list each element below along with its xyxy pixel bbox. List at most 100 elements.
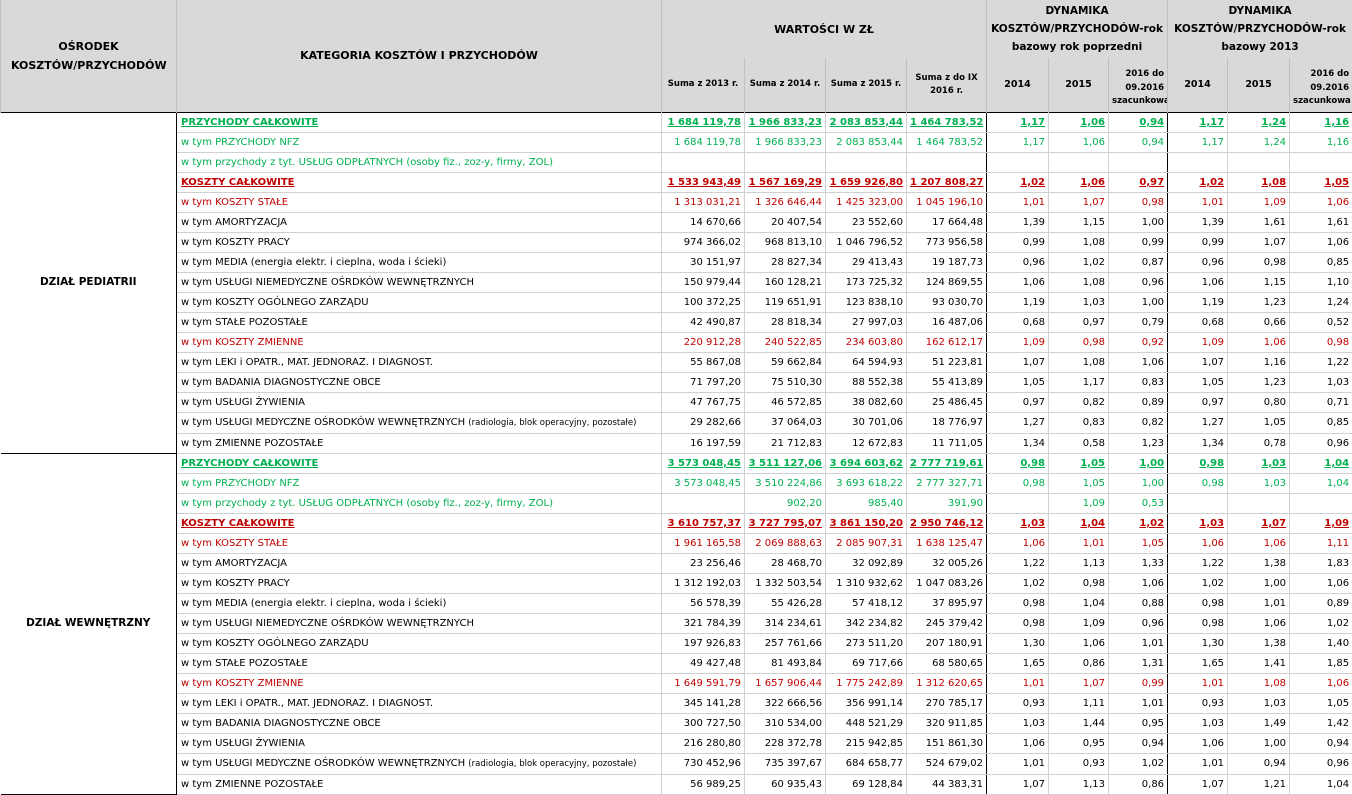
table-row: w tym USŁUGI NIEMEDYCZNE OŚRDKÓW WEWNĘTR… [1,613,1352,633]
dynamics-cell: 0,99 [987,232,1049,252]
dynamics-cell: 1,05 [1109,533,1168,553]
dynamics-cell: 0,98 [1109,192,1168,212]
category-label: w tym KOSZTY PRACY [181,578,290,589]
dynamics-cell: 1,06 [1290,192,1352,212]
dynamics-cell: 0,96 [1290,753,1352,774]
category-label: w tym STAŁE POZOSTAŁE [181,317,308,328]
dynamics-cell: 1,38 [1228,633,1290,653]
table-row: w tym ZMIENNE POZOSTAŁE56 989,2560 935,4… [1,774,1352,794]
dynamics-cell: 1,65 [1168,653,1228,673]
dynamics-cell: 0,98 [1168,473,1228,493]
header-sum-col: Suma z 2013 r. [662,58,745,112]
dynamics-cell: 0,94 [1109,112,1168,132]
value-cell: 68 580,65 [907,653,987,673]
table-row: w tym KOSZTY PRACY1 312 192,031 332 503,… [1,573,1352,593]
table-row: w tym BADANIA DIAGNOSTYCZNE OBCE 71 797,2… [1,372,1352,392]
table-row: w tym przychody z tyt. USŁUG ODPŁATNYCH … [1,152,1352,172]
table-header: OŚRODEK KOSZTÓW/PRZYCHODÓW KATEGORIA KOS… [1,0,1352,112]
dynamics-cell: 0,98 [987,453,1049,473]
dynamics-cell: 1,02 [987,172,1049,192]
value-cell: 60 935,43 [745,774,826,794]
dynamics-cell: 1,23 [1228,292,1290,312]
dynamics-cell: 0,97 [1049,312,1109,332]
dynamics-cell: 0,79 [1109,312,1168,332]
category-cell: w tym KOSZTY OGÓLNEGO ZARZĄDU [177,292,662,312]
category-cell: w tym USŁUGI ŻYWIENIA [177,392,662,412]
dynamics-cell: 1,42 [1290,713,1352,733]
value-cell: 2 777 327,71 [907,473,987,493]
dynamics-cell: 1,24 [1290,292,1352,312]
dynamics-cell: 1,38 [1228,553,1290,573]
dynamics-cell: 1,19 [987,292,1049,312]
category-label: w tym KOSZTY PRACY [181,237,290,248]
dynamics-cell: 1,16 [1290,132,1352,152]
dynamics-cell: 0,95 [1049,733,1109,753]
category-label: w tym AMORTYZACJA [181,217,287,228]
dynamics-cell: 1,03 [1228,693,1290,713]
value-cell: 162 612,17 [907,332,987,352]
value-cell: 1 045 196,10 [907,192,987,212]
dynamics-cell: 0,85 [1290,252,1352,272]
value-cell: 3 573 048,45 [662,453,745,473]
header-year-col: 2014 [987,58,1049,112]
table-row: w tym KOSZTY PRACY974 366,02968 813,101 … [1,232,1352,252]
dynamics-cell: 0,53 [1109,493,1168,513]
category-label: w tym BADANIA DIAGNOSTYCZNE OBCE [181,377,381,388]
dynamics-cell: 0,98 [1168,593,1228,613]
value-cell: 59 662,84 [745,352,826,372]
value-cell: 220 912,28 [662,332,745,352]
category-cell: w tym STAŁE POZOSTAŁE [177,653,662,673]
category-cell: PRZYCHODY CAŁKOWITE [177,112,662,132]
category-label: w tym USŁUGI ŻYWIENIA [181,738,305,749]
dynamics-cell: 1,00 [1228,733,1290,753]
value-cell: 55 413,89 [907,372,987,392]
category-label: w tym LEKI i OPATR., MAT. JEDNORAZ. I DI… [181,698,433,709]
dynamics-cell: 1,07 [1168,352,1228,372]
dynamics-cell: 0,66 [1228,312,1290,332]
value-cell: 3 861 150,20 [826,513,907,533]
dynamics-cell: 0,97 [987,392,1049,412]
category-note: (radiologia, blok operacyjny, pozostałe) [468,418,636,428]
dynamics-cell: 1,00 [1109,453,1168,473]
category-label: w tym STAŁE POZOSTAŁE [181,658,308,669]
value-cell: 1 657 906,44 [745,673,826,693]
dynamics-cell: 1,01 [1228,593,1290,613]
dynamics-cell: 0,86 [1109,774,1168,794]
value-cell: 228 372,78 [745,733,826,753]
value-cell: 1 464 783,52 [907,112,987,132]
category-cell: w tym KOSZTY OGÓLNEGO ZARZĄDU [177,633,662,653]
dynamics-cell: 1,16 [1290,112,1352,132]
value-cell: 968 813,10 [745,232,826,252]
dynamics-cell: 1,06 [987,733,1049,753]
value-cell: 23 552,60 [826,212,907,232]
table-row: w tym przychody z tyt. USŁUG ODPŁATNYCH … [1,493,1352,513]
dynamics-cell: 1,61 [1290,212,1352,232]
dynamics-cell: 1,04 [1049,513,1109,533]
dynamics-cell: 1,39 [1168,212,1228,232]
dynamics-cell [1109,152,1168,172]
dynamics-cell: 1,10 [1290,272,1352,292]
header-year-col: 2015 [1049,58,1109,112]
value-cell: 69 717,66 [826,653,907,673]
value-cell: 29 413,43 [826,252,907,272]
dynamics-cell: 0,95 [1109,713,1168,733]
dynamics-cell: 1,02 [1109,753,1168,774]
category-label: w tym USŁUGI NIEMEDYCZNE OŚRDKÓW WEWNĘTR… [181,277,474,288]
dynamics-cell: 1,17 [987,112,1049,132]
value-cell: 2 777 719,61 [907,453,987,473]
dynamics-cell: 0,88 [1109,593,1168,613]
value-cell: 29 282,66 [662,412,745,433]
table-row: w tym KOSZTY STAŁE1 313 031,211 326 646,… [1,192,1352,212]
category-cell: w tym BADANIA DIAGNOSTYCZNE OBCE [177,372,662,392]
value-cell: 71 797,20 [662,372,745,392]
dynamics-cell: 1,06 [1109,573,1168,593]
value-cell: 151 861,30 [907,733,987,753]
value-cell: 735 397,67 [745,753,826,774]
dynamics-cell: 1,06 [987,533,1049,553]
dynamics-cell: 0,98 [1049,573,1109,593]
table-body: DZIAŁ PEDIATRIIPRZYCHODY CAŁKOWITE1 684 … [1,112,1352,794]
table-row: w tym USŁUGI MEDYCZNE OŚRODKÓW WEWNĘTRZN… [1,412,1352,433]
value-cell: 38 082,60 [826,392,907,412]
value-cell: 27 997,03 [826,312,907,332]
category-cell: w tym przychody z tyt. USŁUG ODPŁATNYCH … [177,493,662,513]
